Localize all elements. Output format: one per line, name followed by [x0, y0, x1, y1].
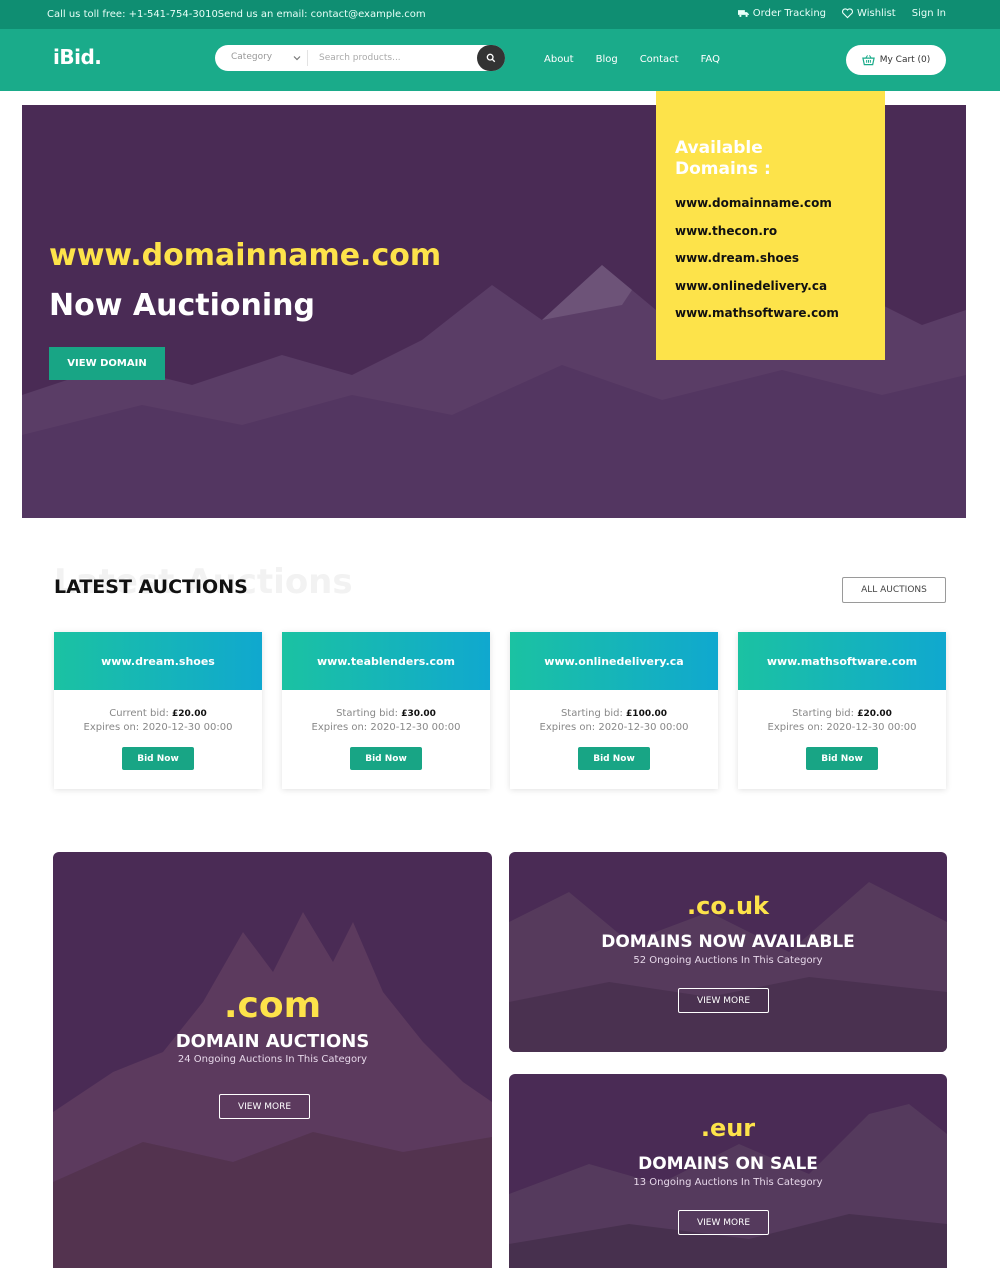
- category-subtitle: 13 Ongoing Auctions In This Category: [633, 1177, 823, 1188]
- bid-now-button[interactable]: Bid Now: [122, 747, 194, 770]
- auction-card: www.teablenders.com Starting bid: £30.00…: [282, 632, 490, 789]
- search-bar: Category: [215, 45, 505, 71]
- auction-card: www.onlinedelivery.ca Starting bid: £100…: [510, 632, 718, 789]
- category-banner-com: .com DOMAIN AUCTIONS 24 Ongoing Auctions…: [53, 852, 492, 1268]
- category-title: DOMAIN AUCTIONS: [175, 1031, 370, 1052]
- category-subtitle: 52 Ongoing Auctions In This Category: [633, 955, 823, 966]
- bid-label: Starting bid:: [792, 708, 854, 719]
- bid-amount: £100.00: [626, 709, 668, 719]
- auction-domain[interactable]: www.mathsoftware.com: [738, 632, 946, 690]
- site-header: iBid. Category About Blog Contact FAQ My…: [0, 29, 1000, 91]
- top-bar: Call us toll free: +1-541-754-3010Send u…: [0, 0, 1000, 29]
- auction-expiry: Expires on: 2020-12-30 00:00: [539, 722, 689, 733]
- auction-bid: Current bid: £20.00: [54, 708, 262, 719]
- available-domains-box: Available Domains : www.domainname.com w…: [656, 91, 885, 360]
- available-domain-item[interactable]: www.domainname.com: [675, 196, 885, 224]
- bid-now-button[interactable]: Bid Now: [806, 747, 878, 770]
- contact-info: Call us toll free: +1-541-754-3010Send u…: [47, 9, 426, 20]
- nav-blog[interactable]: Blog: [596, 54, 618, 65]
- auction-bid: Starting bid: £20.00: [738, 708, 946, 719]
- auction-card: www.dream.shoes Current bid: £20.00 Expi…: [54, 632, 262, 789]
- view-domain-button[interactable]: VIEW DOMAIN: [49, 347, 165, 380]
- all-auctions-button[interactable]: ALL AUCTIONS: [842, 577, 946, 603]
- bid-now-button[interactable]: Bid Now: [350, 747, 422, 770]
- hero-tagline: Now Auctioning: [49, 288, 315, 323]
- category-tld: .com: [223, 985, 322, 1026]
- cart-label: My Cart (0): [879, 55, 931, 65]
- category-banner-couk: .co.uk DOMAINS NOW AVAILABLE 52 Ongoing …: [509, 852, 947, 1052]
- auction-bid: Starting bid: £100.00: [510, 708, 718, 719]
- available-domains-list: www.domainname.com www.thecon.ro www.dre…: [675, 196, 885, 334]
- view-more-button[interactable]: VIEW MORE: [678, 1210, 769, 1235]
- auction-domain[interactable]: www.dream.shoes: [54, 632, 262, 690]
- category-select[interactable]: Category: [231, 52, 272, 62]
- auction-expiry: Expires on: 2020-12-30 00:00: [767, 722, 917, 733]
- category-banner-eur: .eur DOMAINS ON SALE 13 Ongoing Auctions…: [509, 1074, 947, 1268]
- search-divider: [307, 50, 308, 66]
- category-title: DOMAINS ON SALE: [638, 1154, 818, 1174]
- auction-expiry: Expires on: 2020-12-30 00:00: [83, 722, 233, 733]
- view-more-button[interactable]: VIEW MORE: [219, 1094, 310, 1119]
- search-button[interactable]: [477, 45, 505, 71]
- order-tracking-label: Order Tracking: [752, 8, 827, 19]
- bid-label: Starting bid:: [560, 708, 623, 719]
- order-tracking-link[interactable]: Order Tracking: [737, 8, 827, 19]
- heart-icon: [842, 8, 853, 19]
- available-domain-item[interactable]: www.thecon.ro: [675, 224, 885, 252]
- wishlist-link[interactable]: Wishlist: [842, 8, 896, 19]
- section-title: LATEST AUCTIONS: [54, 576, 248, 598]
- category-title: DOMAINS NOW AVAILABLE: [601, 932, 855, 952]
- bid-amount: £30.00: [401, 709, 436, 719]
- mountain-background: [509, 882, 947, 1052]
- available-domains-title: Available Domains :: [675, 138, 771, 179]
- available-domain-item[interactable]: www.onlinedelivery.ca: [675, 279, 885, 307]
- nav-about[interactable]: About: [544, 54, 574, 65]
- bid-amount: £20.00: [857, 709, 892, 719]
- search-icon: [486, 53, 496, 63]
- chevron-down-icon[interactable]: [292, 53, 302, 63]
- auction-domain[interactable]: www.teablenders.com: [282, 632, 490, 690]
- available-domain-item[interactable]: www.dream.shoes: [675, 251, 885, 279]
- bid-label: Starting bid:: [336, 708, 398, 719]
- search-input[interactable]: [319, 49, 469, 67]
- auction-bid: Starting bid: £30.00: [282, 708, 490, 719]
- category-tld: .co.uk: [687, 892, 769, 920]
- nav-contact[interactable]: Contact: [640, 54, 679, 65]
- available-domain-item[interactable]: www.mathsoftware.com: [675, 306, 885, 334]
- hero-domain: www.domainname.com: [49, 238, 442, 273]
- category-tld: .eur: [700, 1114, 756, 1142]
- auction-domain[interactable]: www.onlinedelivery.ca: [510, 632, 718, 690]
- bid-label: Current bid:: [109, 708, 169, 719]
- truck-icon: [737, 10, 749, 18]
- wishlist-label: Wishlist: [857, 8, 896, 19]
- main-nav: About Blog Contact FAQ: [544, 54, 720, 65]
- cart-button[interactable]: My Cart (0): [846, 45, 946, 75]
- sign-in-link[interactable]: Sign In: [912, 8, 946, 19]
- auction-expiry: Expires on: 2020-12-30 00:00: [311, 722, 461, 733]
- bid-now-button[interactable]: Bid Now: [578, 747, 650, 770]
- basket-icon: [861, 55, 875, 66]
- category-subtitle: 24 Ongoing Auctions In This Category: [177, 1054, 368, 1065]
- site-logo[interactable]: iBid.: [53, 45, 102, 69]
- nav-faq[interactable]: FAQ: [701, 54, 720, 65]
- view-more-button[interactable]: VIEW MORE: [678, 988, 769, 1013]
- bid-amount: £20.00: [172, 709, 207, 719]
- auction-card: www.mathsoftware.com Starting bid: £20.0…: [738, 632, 946, 789]
